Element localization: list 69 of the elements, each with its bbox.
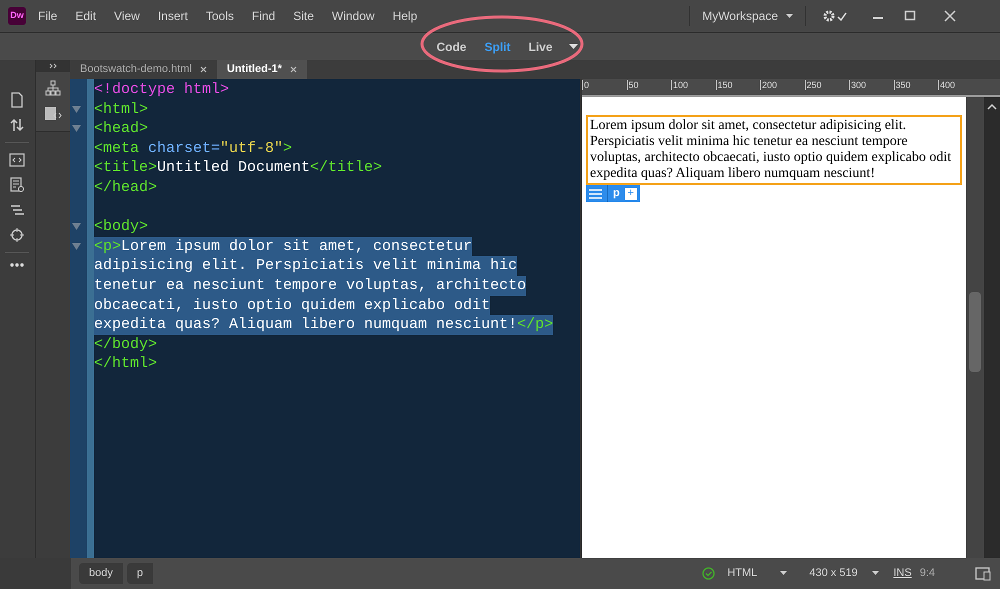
menu-item[interactable]: Site — [293, 7, 314, 25]
preview-device-icon[interactable] — [975, 566, 992, 580]
scroll-up-icon[interactable] — [987, 103, 997, 111]
document-tab[interactable]: Bootswatch-demo.html — [70, 60, 217, 79]
ruler-label: 200 — [760, 80, 778, 90]
ruler-label: 50 — [626, 80, 639, 90]
ruler-label: 150 — [716, 80, 733, 90]
close-icon[interactable] — [290, 66, 297, 73]
view-mode-tab[interactable]: Live — [528, 38, 552, 56]
code-line: <meta charset="utf-8"> — [94, 138, 292, 158]
target-icon[interactable] — [9, 227, 26, 243]
add-button[interactable]: + — [624, 188, 637, 200]
file-icon[interactable] — [9, 92, 26, 108]
fold-icon[interactable] — [72, 223, 81, 232]
maximize-icon[interactable] — [904, 10, 916, 22]
settings-icon[interactable] — [822, 9, 848, 23]
menu-item[interactable]: Help — [392, 7, 418, 25]
menu-item[interactable]: File — [38, 7, 58, 25]
code-line: <head> — [94, 119, 148, 139]
caret-icon — [786, 14, 793, 18]
caret-icon — [872, 571, 880, 576]
code-line: <title>Untitled Document</title> — [94, 158, 382, 178]
menu-item[interactable]: Edit — [75, 7, 96, 25]
code-line: </html> — [94, 354, 158, 374]
transfer-icon[interactable] — [9, 117, 26, 133]
document-type-dropdown[interactable]: HTML — [727, 565, 788, 582]
scrollbar-thumb[interactable] — [969, 292, 981, 372]
app-logo: Dw — [8, 7, 26, 25]
breadcrumb[interactable]: p — [126, 563, 153, 584]
fold-icon[interactable] — [72, 242, 81, 251]
more-icon[interactable] — [9, 262, 26, 268]
code-line: </body> — [94, 334, 158, 354]
code-line: <!doctype html> — [94, 80, 230, 100]
preview-paragraph: Lorem ipsum dolor sit amet, consectetur adipisicing elit. Perspiciatis velit minima hic tenetur ea nesciunt tempore voluptas, architecto obcaecati, iusto optio quidem explicabo odit expedita quas? Aliquam libero numquam nesciunt! — [590, 118, 952, 182]
ruler-label: 250 — [804, 80, 822, 90]
window-size-dropdown[interactable]: 430 x 519 — [809, 565, 880, 582]
code-line: <html> — [94, 100, 148, 120]
view-mode-tab[interactable]: Code — [436, 38, 466, 56]
ruler-label: 300 — [849, 80, 866, 90]
close-icon[interactable] — [944, 10, 956, 22]
document-tab[interactable]: Untitled-1* — [216, 60, 307, 79]
close-icon[interactable] — [200, 66, 207, 73]
ruler-label: 350 — [894, 80, 911, 90]
inspect-icon[interactable] — [9, 177, 26, 193]
fold-icon[interactable] — [72, 125, 81, 134]
ruler-label: 0 — [582, 80, 590, 90]
menu-item[interactable]: Find — [252, 7, 276, 25]
menu-item[interactable]: Window — [332, 7, 375, 25]
expand-icon[interactable] — [48, 63, 57, 69]
fold-icon[interactable] — [72, 106, 81, 114]
code-line: <body> — [94, 217, 148, 237]
code-view-icon[interactable] — [9, 152, 26, 168]
cursor-position: 9:4 — [920, 566, 935, 582]
ruler-label: 100 — [671, 80, 688, 90]
breadcrumb[interactable]: body — [79, 563, 123, 584]
menu-icon[interactable] — [589, 188, 602, 198]
snippet-icon[interactable] — [44, 106, 62, 122]
menu-item[interactable]: View — [114, 7, 140, 25]
insert-mode[interactable]: INS — [893, 565, 912, 582]
code-line: </head> — [94, 178, 158, 198]
check-icon — [702, 567, 716, 580]
ruler-label: 400 — [938, 80, 956, 90]
dropdown-icon[interactable] — [568, 44, 578, 50]
sitemap-icon[interactable] — [44, 80, 61, 96]
caret-icon — [780, 571, 788, 576]
menu-item[interactable]: Tools — [206, 7, 234, 25]
element-tag: p — [607, 185, 620, 202]
workspace-dropdown[interactable]: MyWorkspace — [690, 7, 805, 25]
menu-item[interactable]: Insert — [158, 7, 188, 25]
